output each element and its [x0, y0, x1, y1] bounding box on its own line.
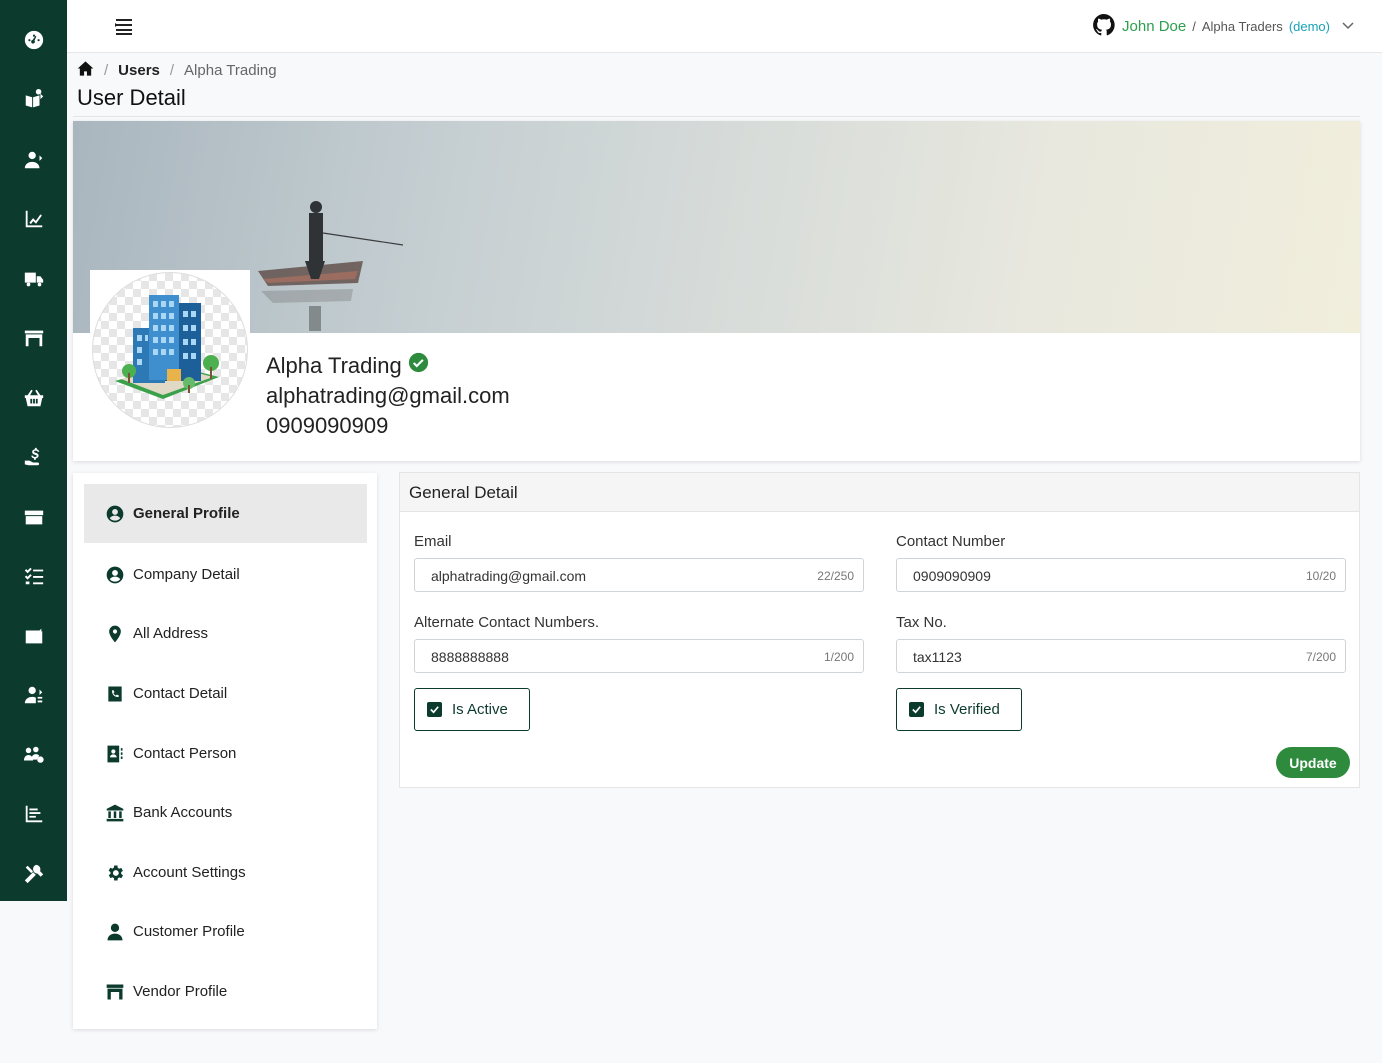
organization-name: Alpha Traders: [1201, 19, 1283, 34]
tax-no-field[interactable]: tax1123 7/200: [896, 639, 1346, 673]
breadcrumb-separator: /: [104, 62, 109, 79]
payment-hand-icon[interactable]: [0, 437, 67, 477]
alternate-contact-value: 8888888888: [431, 649, 509, 665]
alternate-contact-char-count: 1/200: [823, 650, 854, 664]
profile-info: Alpha Trading alphatrading@gmail.com 090…: [266, 351, 510, 441]
update-button[interactable]: Update: [1276, 747, 1350, 778]
tools-icon[interactable]: [0, 854, 67, 894]
cover-image: [73, 121, 1360, 333]
is-active-label: Is Active: [452, 701, 508, 718]
profile-card: Alpha Trading alphatrading@gmail.com 090…: [73, 121, 1360, 461]
task-list-icon[interactable]: [0, 556, 67, 596]
menu-item-customer-profile[interactable]: Customer Profile: [84, 902, 367, 961]
menu-item-company-detail[interactable]: Company Detail: [84, 545, 367, 604]
menu-item-label: Company Detail: [133, 566, 240, 583]
breadcrumb-separator: /: [169, 62, 175, 79]
gear-icon: [108, 865, 123, 880]
menu-item-label: Vendor Profile: [133, 983, 228, 1000]
sidebar: [0, 0, 67, 901]
checkbox-checked-icon: [427, 702, 442, 717]
menu-item-general-profile[interactable]: General Profile: [84, 484, 367, 543]
avatar-frame: [90, 270, 250, 430]
menu-item-all-address[interactable]: All Address: [84, 604, 367, 663]
analytics-icon[interactable]: [0, 199, 67, 239]
phone-book-icon: [108, 686, 122, 701]
breadcrumb-current: Alpha Trading: [184, 62, 277, 79]
map-pin-icon: [109, 625, 121, 642]
menu-item-bank-accounts[interactable]: Bank Accounts: [84, 783, 367, 842]
verified-check-icon: [408, 351, 429, 381]
email-field[interactable]: alphatrading@gmail.com 22/250: [414, 558, 864, 592]
menu-item-label: General Profile: [133, 505, 240, 522]
menu-item-label: Customer Profile: [133, 923, 245, 940]
breadcrumb: / Users / Alpha Trading: [77, 60, 277, 81]
menu-item-vendor-profile[interactable]: Vendor Profile: [84, 962, 367, 1021]
catalog-icon[interactable]: [0, 80, 67, 120]
contact-number-char-count: 10/20: [1305, 569, 1336, 583]
is-verified-label: Is Verified: [934, 701, 1000, 718]
wallet-icon[interactable]: [0, 616, 67, 656]
user-settings-icon[interactable]: [0, 675, 67, 715]
home-icon[interactable]: [77, 60, 94, 81]
user-circle-icon: [106, 566, 124, 583]
tax-no-value: tax1123: [913, 649, 962, 665]
store-icon[interactable]: [0, 318, 67, 358]
top-bar: John Doe / Alpha Traders (demo): [67, 0, 1382, 53]
dashboard-icon[interactable]: [0, 20, 67, 60]
email-value: alphatrading@gmail.com: [431, 568, 587, 584]
bank-icon: [106, 804, 124, 821]
breadcrumb-users-link[interactable]: Users: [118, 62, 160, 79]
menu-item-contact-detail[interactable]: Contact Detail: [84, 664, 367, 723]
github-icon: [1092, 13, 1116, 40]
email-label: Email: [414, 533, 452, 550]
contact-number-field[interactable]: 0909090909 10/20: [896, 558, 1346, 592]
user-circle-icon: [106, 505, 124, 522]
menu-item-label: All Address: [133, 625, 209, 642]
email-char-count: 22/250: [817, 569, 854, 583]
page-title: User Detail: [77, 85, 186, 110]
person-icon: [107, 923, 123, 940]
user-menu[interactable]: John Doe / Alpha Traders (demo): [1092, 13, 1354, 40]
menu-item-label: Contact Person: [133, 745, 237, 762]
company-avatar[interactable]: [92, 272, 248, 428]
contact-number-label: Contact Number: [896, 533, 1006, 550]
divider: [73, 116, 1360, 117]
alternate-contact-field[interactable]: 8888888888 1/200: [414, 639, 864, 673]
contact-card-icon: [107, 745, 123, 762]
report-icon[interactable]: [0, 794, 67, 834]
is-active-checkbox[interactable]: Is Active: [414, 688, 530, 731]
demo-tag: (demo): [1288, 19, 1330, 34]
menu-item-label: Bank Accounts: [133, 804, 233, 821]
menu-toggle-icon[interactable]: [113, 15, 135, 37]
user-add-icon[interactable]: [0, 140, 67, 180]
truck-icon[interactable]: [0, 259, 67, 299]
contact-number-value: 0909090909: [913, 568, 991, 584]
general-detail-panel: General Detail Email alphatrading@gmail.…: [399, 472, 1360, 788]
user-separator: /: [1192, 19, 1196, 34]
tax-no-char-count: 7/200: [1305, 650, 1336, 664]
profile-side-menu: General Profile Company Detail All Addre…: [73, 473, 377, 1029]
chevron-down-icon: [1336, 19, 1354, 34]
user-name: John Doe: [1122, 18, 1187, 35]
menu-item-contact-person[interactable]: Contact Person: [84, 724, 367, 783]
alternate-contact-label: Alternate Contact Numbers.: [414, 614, 600, 631]
profile-email: alphatrading@gmail.com: [266, 383, 510, 408]
profile-phone: 0909090909: [266, 413, 389, 438]
users-group-icon[interactable]: [0, 735, 67, 775]
profile-name: Alpha Trading: [266, 353, 402, 378]
is-verified-checkbox[interactable]: Is Verified: [896, 688, 1022, 731]
menu-item-label: Contact Detail: [133, 685, 228, 702]
basket-icon[interactable]: [0, 378, 67, 418]
menu-item-label: Account Settings: [133, 864, 246, 881]
storefront-icon: [106, 984, 124, 999]
tax-no-label: Tax No.: [896, 614, 947, 631]
inventory-box-icon[interactable]: [0, 497, 67, 537]
menu-item-account-settings[interactable]: Account Settings: [84, 843, 367, 902]
checkbox-checked-icon: [909, 702, 924, 717]
panel-heading: General Detail: [400, 473, 1359, 512]
